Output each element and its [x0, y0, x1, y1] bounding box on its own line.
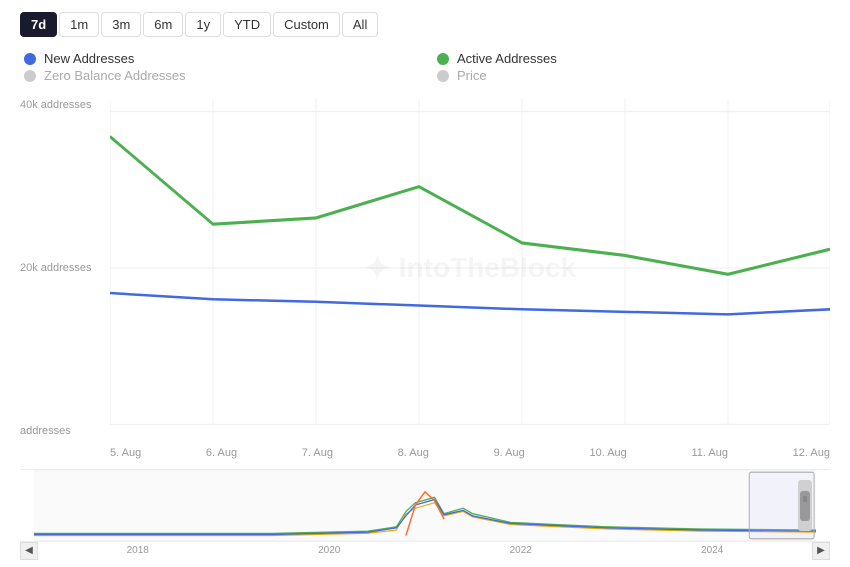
- x-label-aug8: 8. Aug: [398, 447, 429, 459]
- mini-chart-container: ◀ 2018 2020 2022 2024 ▶: [20, 469, 830, 559]
- main-chart-area: 40k addresses 20k addresses addresses ✦ …: [20, 99, 830, 467]
- year-label-2018: 2018: [127, 545, 149, 556]
- x-axis-labels: 5. Aug 6. Aug 7. Aug 8. Aug 9. Aug 10. A…: [110, 439, 830, 467]
- prev-arrow[interactable]: ◀: [20, 542, 38, 560]
- year-label-2022: 2022: [510, 545, 532, 556]
- legend-label-price: Price: [457, 68, 487, 83]
- legend-item-active-addresses[interactable]: Active Addresses: [437, 51, 830, 66]
- time-btn-custom[interactable]: Custom: [273, 12, 340, 37]
- y-label-0: addresses: [20, 425, 110, 437]
- x-label-aug6: 6. Aug: [206, 447, 237, 459]
- legend-dot-active-addresses: [437, 53, 449, 65]
- mini-scroll-thumb[interactable]: [800, 491, 810, 521]
- mini-scrollbar[interactable]: [798, 480, 812, 531]
- legend-label-active-addresses: Active Addresses: [457, 51, 557, 66]
- time-btn-3m[interactable]: 3m: [101, 12, 141, 37]
- x-label-aug9: 9. Aug: [494, 447, 525, 459]
- x-label-aug5: 5. Aug: [110, 447, 141, 459]
- legend-dot-price: [437, 70, 449, 82]
- year-label-2020: 2020: [318, 545, 340, 556]
- y-label-20k: 20k addresses: [20, 262, 110, 274]
- x-label-aug11: 11. Aug: [691, 447, 728, 459]
- legend-dot-new-addresses: [24, 53, 36, 65]
- y-label-40k: 40k addresses: [20, 99, 110, 111]
- time-btn-all[interactable]: All: [342, 12, 378, 37]
- year-labels: 2018 2020 2022 2024: [38, 545, 812, 556]
- main-svg: [110, 99, 830, 437]
- time-btn-7d[interactable]: 7d: [20, 12, 57, 37]
- mini-chart-inner: [34, 470, 816, 541]
- time-btn-6m[interactable]: 6m: [143, 12, 183, 37]
- legend-item-zero-balance[interactable]: Zero Balance Addresses: [24, 68, 417, 83]
- main-container: 7d 1m 3m 6m 1y YTD Custom All New Addres…: [0, 0, 850, 567]
- next-arrow[interactable]: ▶: [812, 542, 830, 560]
- year-label-2024: 2024: [701, 545, 723, 556]
- chart-svg-container: ✦ IntoTheBlock: [110, 99, 830, 437]
- x-label-aug12: 12. Aug: [793, 447, 830, 459]
- legend-item-new-addresses[interactable]: New Addresses: [24, 51, 417, 66]
- time-btn-1m[interactable]: 1m: [59, 12, 99, 37]
- x-label-aug7: 7. Aug: [302, 447, 333, 459]
- main-chart: 40k addresses 20k addresses addresses ✦ …: [20, 99, 830, 467]
- legend-label-new-addresses: New Addresses: [44, 51, 134, 66]
- legend: New Addresses Active Addresses Zero Bala…: [20, 51, 830, 83]
- mini-svg: [34, 470, 816, 541]
- new-addresses-line: [110, 293, 830, 314]
- legend-label-zero-balance: Zero Balance Addresses: [44, 68, 186, 83]
- mini-nav-row: ◀ 2018 2020 2022 2024 ▶: [20, 541, 830, 559]
- time-range-bar: 7d 1m 3m 6m 1y YTD Custom All: [20, 12, 830, 37]
- x-label-aug10: 10. Aug: [589, 447, 626, 459]
- scroll-thumb-icon: [800, 494, 810, 504]
- legend-dot-zero-balance: [24, 70, 36, 82]
- y-axis-labels: 40k addresses 20k addresses addresses: [20, 99, 110, 437]
- time-btn-ytd[interactable]: YTD: [223, 12, 271, 37]
- legend-item-price[interactable]: Price: [437, 68, 830, 83]
- active-addresses-line: [110, 137, 830, 275]
- time-btn-1y[interactable]: 1y: [185, 12, 221, 37]
